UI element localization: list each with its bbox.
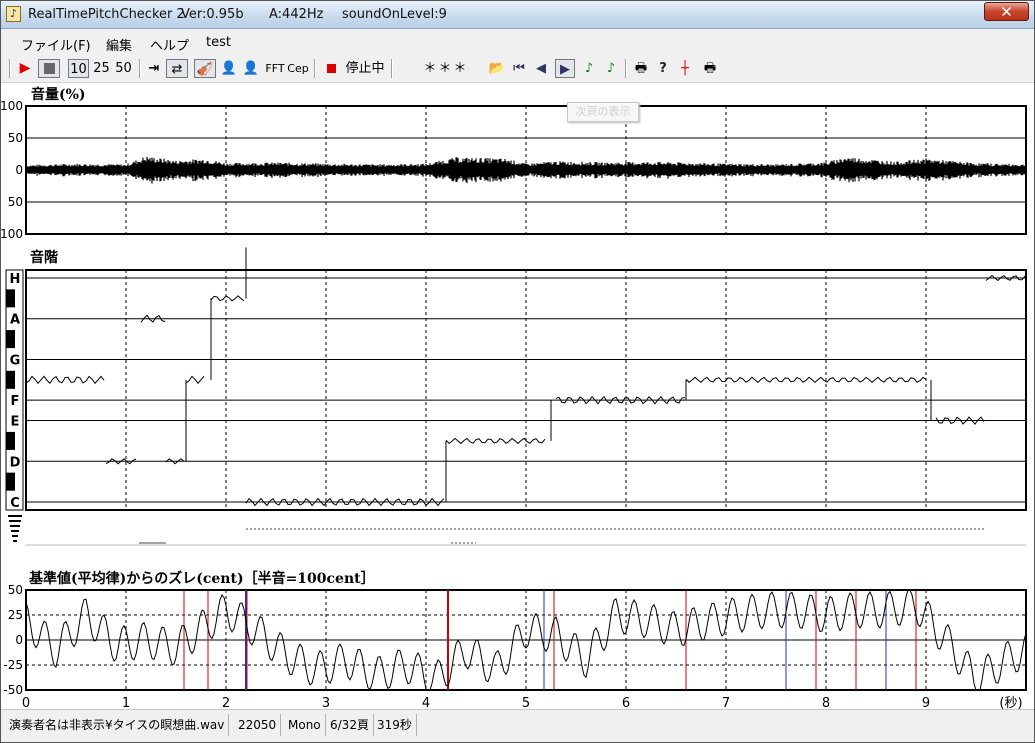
prev-page-icon[interactable]: ◀ (532, 59, 550, 78)
scale-note-label: H (10, 272, 21, 287)
print-icon[interactable]: 🖶 (631, 59, 651, 78)
first-page-icon[interactable]: ⏮ (510, 59, 528, 78)
next-page-icon[interactable]: ▶ (555, 59, 575, 78)
title-version: Ver:0.95b (181, 7, 244, 22)
marker-icon[interactable]: ┼ (676, 59, 694, 78)
strip-marker-icon (11, 530, 19, 532)
fft-button[interactable]: FFT (264, 59, 286, 78)
deviation-xtick-label: 2 (222, 696, 230, 709)
scale-50-button[interactable]: 50 (113, 59, 134, 78)
note-green-icon[interactable]: ♪ (580, 59, 598, 78)
menu-edit[interactable]: 編集 (106, 35, 132, 54)
status-channels: Mono (284, 714, 326, 736)
status-sample-rate: 22050 (234, 714, 282, 736)
piano-black-key (6, 472, 15, 491)
status-value: ＊＊＊ (423, 61, 469, 76)
title-a-freq: A:442Hz (269, 7, 324, 22)
toolbar-separator (391, 59, 393, 78)
deviation-ytick-label: -50 (3, 683, 23, 697)
scale-note-label: D (10, 455, 21, 470)
piano-black-key (6, 431, 15, 450)
tooltip: 次頁の表示 (567, 102, 639, 122)
menu-bar: ファイル(F) 編集 ヘルプ test (1, 29, 1034, 55)
deviation-xtick-label: 3 (322, 696, 330, 709)
deviation-xtick-label: 4 (422, 696, 430, 709)
person-icon[interactable]: 👤 (219, 59, 239, 78)
piano-black-key (6, 330, 15, 349)
status-duration: 319秒 (373, 714, 417, 736)
scale-10-button[interactable]: 10 (68, 59, 89, 78)
strip-marker-icon (12, 535, 18, 537)
volume-ytick-label: 50 (8, 131, 23, 145)
status-text: 停止中 (345, 61, 385, 76)
violin-icon[interactable]: 🎻 (194, 59, 216, 78)
cep-button[interactable]: Cep (287, 59, 309, 78)
volume-ytick-label: 0 (15, 163, 23, 177)
deviation-xtick-label: 8 (822, 696, 830, 709)
open-folder-icon[interactable]: 📂 (487, 59, 507, 78)
strip-marker-icon (10, 525, 20, 527)
volume-ytick-label: 100 (1, 227, 23, 241)
title-sound-level: soundOnLevel:9 (342, 7, 447, 22)
strip-marker-icon (8, 515, 22, 517)
deviation-xtick-label: 6 (622, 696, 630, 709)
app-window: ♪ RealTimePitchChecker 2 Ver:0.95b A:442… (0, 0, 1035, 743)
print-alt-icon[interactable]: 🖶 (700, 59, 720, 78)
app-icon: ♪ (6, 6, 21, 22)
menu-test[interactable]: test (206, 35, 231, 50)
toolbar-separator (625, 59, 627, 78)
play-icon[interactable]: ▶ (15, 59, 35, 78)
piano-black-key (6, 289, 15, 308)
toolbar-separator (314, 59, 316, 78)
deviation-xtick-label: 1 (122, 696, 130, 709)
person-red-icon[interactable]: 👤 (241, 59, 261, 78)
deviation-ytick-label: 0 (15, 633, 23, 647)
volume-ytick-label: 50 (8, 195, 23, 209)
strip-marker-icon (13, 540, 17, 542)
title-bar[interactable]: ♪ RealTimePitchChecker 2 Ver:0.95b A:442… (1, 1, 1034, 29)
jump-to-end-icon[interactable]: ⇥ (144, 59, 164, 78)
stop-icon[interactable] (38, 59, 60, 78)
scale-note-label: F (11, 394, 20, 409)
plots-canvas: 10050050100HAGFEDC50250-25-500 1 2 3 4 5 6 7 8 9(… (1, 99, 1027, 709)
help-icon[interactable]: ? (654, 59, 672, 78)
deviation-ytick-label: -25 (3, 658, 23, 672)
deviation-xtick-label: 0 (22, 696, 30, 709)
status-page: 6/32頁 (326, 714, 374, 736)
strip-marker-icon (9, 520, 21, 522)
deviation-xtick-label: 7 (722, 696, 730, 709)
scale-note-label: A (10, 313, 20, 328)
volume-ytick-label: 100 (1, 99, 23, 113)
loop-icon[interactable]: ⇄ (166, 59, 188, 78)
deviation-xtick-label: 5 (522, 696, 530, 709)
toolbar-grip (9, 59, 11, 78)
close-button[interactable]: ✕ (984, 2, 1029, 21)
status-filename: 演奏者名は非表示¥タイスの瞑想曲.wav (5, 714, 230, 736)
scale-note-label: E (11, 415, 20, 430)
piano-black-key (6, 370, 15, 389)
title-app-name: RealTimePitchChecker 2 (28, 7, 185, 22)
scale-note-label: G (10, 353, 21, 368)
toolbar: ▶ 10 25 50 ⇥ ⇄ 🎻 👤 👤 FFT Cep 停止中 ＊＊＊ 📂 ⏮… (1, 55, 1034, 83)
menu-help[interactable]: ヘルプ (150, 35, 189, 54)
scale-25-button[interactable]: 25 (91, 59, 112, 78)
toolbar-separator (139, 59, 141, 78)
main-panel: 音量(%) 音階 基準値(平均律)からのズレ(cent)［半音=100cent］… (1, 83, 1034, 709)
record-stop-icon[interactable] (323, 59, 339, 78)
scale-note-label: C (10, 496, 20, 511)
deviation-xunit-label: (秒) (999, 696, 1022, 709)
note-green-alt-icon[interactable]: ♪ (602, 59, 620, 78)
status-bar: 演奏者名は非表示¥タイスの瞑想曲.wav 22050 Mono 6/32頁 31… (1, 709, 1034, 742)
deviation-ytick-label: 50 (8, 583, 23, 597)
menu-file[interactable]: ファイル(F) (21, 35, 91, 54)
deviation-ytick-label: 25 (8, 608, 23, 622)
deviation-xtick-label: 9 (922, 696, 930, 709)
